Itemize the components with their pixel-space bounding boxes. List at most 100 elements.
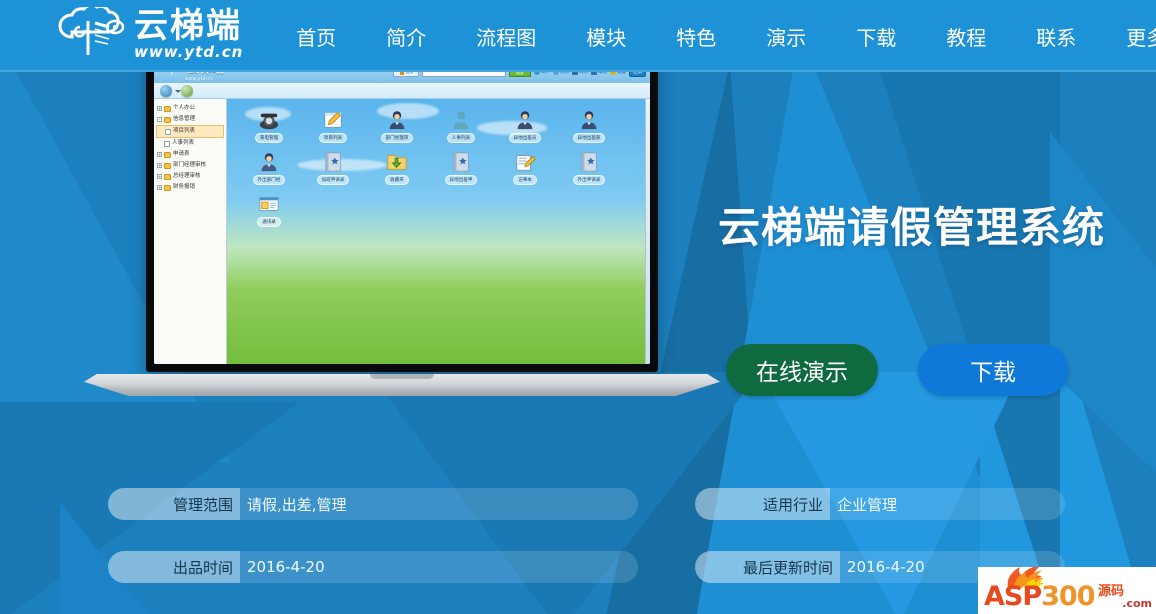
note-pencil-icon bbox=[322, 109, 344, 131]
user-suit-icon bbox=[514, 109, 536, 131]
desktop-icon-label: 加班申请表 bbox=[316, 175, 350, 185]
asp-cn-label: 源码 bbox=[1097, 584, 1124, 599]
desktop-icon-label: 异地出差部 bbox=[572, 133, 606, 143]
info-pill: 出品时间 2016-4-20 bbox=[108, 551, 638, 583]
collapse-icon[interactable]: - bbox=[157, 117, 162, 122]
address-book-icon bbox=[258, 193, 280, 215]
sidebar-item-label: 部门经理审核 bbox=[173, 162, 207, 168]
document-icon bbox=[165, 128, 171, 135]
telephone-icon bbox=[258, 109, 280, 131]
nav-item-features[interactable]: 特色 bbox=[676, 16, 716, 57]
sidebar-item-label: 个人办公 bbox=[173, 105, 196, 111]
desktop-icon[interactable]: 异地出差申 bbox=[429, 151, 493, 185]
desktop-scrollbar[interactable] bbox=[645, 99, 650, 364]
desktop-icon[interactable]: 收藏夹 bbox=[365, 151, 429, 185]
desktop-icon-label: 外出申请表 bbox=[572, 175, 606, 185]
app-body: + 个人办公 - 信息管理 项目列表 人事列表 + 申请表 + 部门经理审核 +… bbox=[154, 99, 650, 364]
nav-item-download[interactable]: 下载 bbox=[856, 16, 896, 57]
user-suit-icon bbox=[578, 109, 600, 131]
asp300-watermark[interactable]: ASP300 源码 .com bbox=[978, 567, 1156, 614]
desktop-icon-label: 收藏夹 bbox=[385, 175, 409, 185]
nav-item-contact[interactable]: 联系 bbox=[1036, 16, 1076, 57]
user-suit-icon bbox=[386, 109, 408, 131]
desktop-icon[interactable]: 异地出差部 bbox=[557, 109, 621, 143]
laptop-notch bbox=[370, 374, 434, 379]
nav-item-intro[interactable]: 简介 bbox=[386, 16, 426, 57]
expand-icon[interactable]: + bbox=[157, 174, 162, 179]
app-sidebar-tree: + 个人办公 - 信息管理 项目列表 人事列表 + 申请表 + 部门经理审核 +… bbox=[154, 99, 227, 364]
nav-item-demo[interactable]: 演示 bbox=[766, 16, 806, 57]
desktop-icon-label: 异地出差员 bbox=[508, 133, 542, 143]
expand-icon[interactable]: + bbox=[157, 106, 162, 111]
notepad-pencil-icon bbox=[514, 151, 536, 173]
desktop-icon-grid: 来电管理 项目列表 部门经理审 人事列表 异地出差员 异地出差部 外出部门经 加… bbox=[237, 109, 646, 235]
desktop-icon[interactable]: 异地出差员 bbox=[493, 109, 557, 143]
info-label-industry: 适用行业 bbox=[695, 488, 830, 520]
sidebar-item-label: 总经理审核 bbox=[173, 173, 201, 179]
desktop-icon-label: 记事本 bbox=[513, 175, 537, 185]
online-demo-button[interactable]: 在线演示 bbox=[726, 344, 878, 396]
desktop-icon-label: 通讯录 bbox=[257, 217, 281, 227]
desktop-icon[interactable]: 来电管理 bbox=[237, 109, 301, 143]
asp-com-label: .com bbox=[1122, 597, 1152, 610]
sidebar-item-dept-review[interactable]: + 部门经理审核 bbox=[156, 160, 224, 171]
folder-icon bbox=[164, 184, 171, 191]
info-row-release: 出品时间 2016-4-20 bbox=[108, 551, 638, 583]
desktop-icon-label: 项目列表 bbox=[318, 133, 348, 143]
site-logo[interactable]: 云梯端 www.ytd.cn bbox=[58, 3, 243, 65]
sidebar-item-finance[interactable]: + 财务报销 bbox=[156, 182, 224, 193]
info-value-industry: 企业管理 bbox=[830, 488, 1065, 520]
cloud-ladder-logo-icon bbox=[58, 3, 132, 65]
info-row-industry: 适用行业 企业管理 bbox=[695, 488, 1065, 520]
sidebar-item-info[interactable]: - 信息管理 bbox=[156, 114, 224, 125]
info-label-updated: 最后更新时间 bbox=[695, 551, 840, 583]
asp300-text: ASP300 bbox=[984, 581, 1096, 612]
app-subbar bbox=[154, 83, 650, 99]
nav-item-more[interactable]: 更多产品.. bbox=[1126, 16, 1156, 57]
sidebar-item-label: 人事列表 bbox=[172, 140, 195, 146]
info-value-scope: 请假,出差,管理 bbox=[240, 488, 638, 520]
laptop-mockup: 云梯端 www.ytd.cn 的苹果, [admin] 2016年4月22日 1… bbox=[84, 42, 720, 452]
document-icon bbox=[164, 140, 170, 147]
nav-item-home[interactable]: 首页 bbox=[296, 16, 336, 57]
logo-text-block: 云梯端 www.ytd.cn bbox=[134, 8, 243, 61]
sidebar-item-project-list[interactable]: 项目列表 bbox=[156, 125, 224, 138]
expand-icon[interactable]: + bbox=[157, 185, 162, 190]
nav-item-modules[interactable]: 模块 bbox=[586, 16, 626, 57]
folder-icon bbox=[164, 116, 171, 123]
logo-brand-cn: 云梯端 bbox=[134, 5, 242, 46]
sidebar-item-label: 信息管理 bbox=[173, 116, 196, 122]
sidebar-item-application[interactable]: + 申请表 bbox=[156, 149, 224, 160]
book-star-icon bbox=[578, 151, 600, 173]
desktop-icon[interactable]: 外出部门经 bbox=[237, 151, 301, 185]
sidebar-item-personal[interactable]: + 个人办公 bbox=[156, 103, 224, 114]
desktop-icon[interactable]: 加班申请表 bbox=[301, 151, 365, 185]
desktop-icon[interactable]: 人事列表 bbox=[429, 109, 493, 143]
site-header: 云梯端 www.ytd.cn 首页 简介 流程图 模块 特色 演示 下载 教程 … bbox=[0, 0, 1156, 72]
info-label-scope: 管理范围 bbox=[108, 488, 240, 520]
nav-item-flowchart[interactable]: 流程图 bbox=[476, 16, 536, 57]
sidebar-item-hr-list[interactable]: 人事列表 bbox=[156, 138, 224, 149]
desktop-icon[interactable]: 部门经理审 bbox=[365, 109, 429, 143]
desktop-icon[interactable]: 项目列表 bbox=[301, 109, 365, 143]
desktop-icon-label: 来电管理 bbox=[254, 133, 284, 143]
refresh-button-icon[interactable] bbox=[181, 85, 193, 97]
expand-icon[interactable]: + bbox=[157, 152, 162, 157]
info-value-release: 2016-4-20 bbox=[240, 551, 638, 583]
download-button[interactable]: 下载 bbox=[918, 344, 1068, 396]
sidebar-item-gm-review[interactable]: + 总经理审核 bbox=[156, 171, 224, 182]
laptop-screen-bezel: 云梯端 www.ytd.cn 的苹果, [admin] 2016年4月22日 1… bbox=[146, 42, 658, 372]
nav-item-tutorial[interactable]: 教程 bbox=[946, 16, 986, 57]
asp-number: 300 bbox=[1041, 581, 1095, 612]
user-suit-icon bbox=[258, 151, 280, 173]
info-pill: 管理范围 请假,出差,管理 bbox=[108, 488, 638, 520]
app-desktop-area: 来电管理 项目列表 部门经理审 人事列表 异地出差员 异地出差部 外出部门经 加… bbox=[227, 99, 650, 364]
back-button-icon[interactable] bbox=[160, 85, 172, 97]
desktop-icon[interactable]: 记事本 bbox=[493, 151, 557, 185]
expand-icon[interactable]: + bbox=[157, 163, 162, 168]
app-screenshot: 云梯端 www.ytd.cn 的苹果, [admin] 2016年4月22日 1… bbox=[154, 51, 650, 364]
user-silhouette-icon bbox=[450, 109, 472, 131]
desktop-icon[interactable]: 通讯录 bbox=[237, 193, 301, 227]
desktop-icon[interactable]: 外出申请表 bbox=[557, 151, 621, 185]
sidebar-item-label: 财务报销 bbox=[173, 184, 196, 190]
